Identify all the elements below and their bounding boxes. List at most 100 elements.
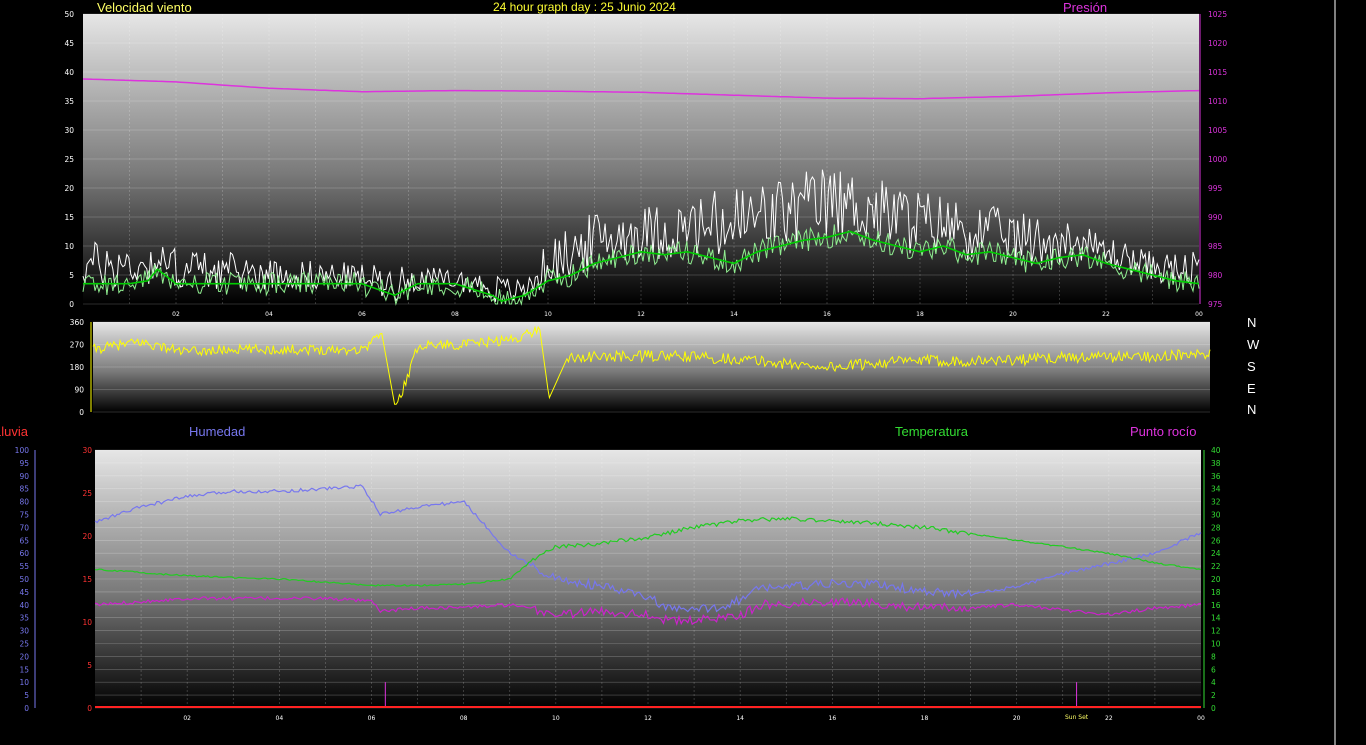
temp-x-tick: 10 xyxy=(552,715,560,722)
humidity-y-tick: 5 xyxy=(24,691,29,700)
pressure-y-tick: 1015 xyxy=(1208,68,1227,77)
pressure-y-tick: 975 xyxy=(1208,300,1223,309)
wind-x-tick: 04 xyxy=(265,311,273,318)
temp-y-tick: 36 xyxy=(1211,472,1221,481)
humidity-y-tick: 75 xyxy=(19,511,29,520)
pressure-y-tick: 980 xyxy=(1208,271,1223,280)
temp-x-tick: 04 xyxy=(276,715,284,722)
rain-y-tick: 30 xyxy=(82,446,92,455)
rain-y-tick: 20 xyxy=(82,532,92,541)
humidity-y-tick: 60 xyxy=(19,549,29,558)
wind-y-tick: 30 xyxy=(64,126,74,135)
humidity-y-tick: 95 xyxy=(19,459,29,468)
rain-y-tick: 0 xyxy=(87,704,92,713)
wind-y-tick: 50 xyxy=(64,10,74,19)
temp-y-tick: 34 xyxy=(1211,485,1221,494)
wind-y-tick: 25 xyxy=(64,155,74,164)
rain-y-tick: 25 xyxy=(82,489,92,498)
humidity-y-tick: 35 xyxy=(19,614,29,623)
pressure-y-tick: 1005 xyxy=(1208,126,1227,135)
temp-y-tick: 18 xyxy=(1211,588,1221,597)
temp-y-tick: 2 xyxy=(1211,691,1216,700)
pressure-y-tick: 1010 xyxy=(1208,97,1227,106)
temp-y-tick: 28 xyxy=(1211,523,1221,532)
humidity-y-tick: 15 xyxy=(19,665,29,674)
rain-y-tick: 10 xyxy=(82,618,92,627)
wind-pressure-chart: 0510152025303540455097598098599099510001… xyxy=(64,10,1227,318)
temp-y-tick: 40 xyxy=(1211,446,1221,455)
wind-y-tick: 0 xyxy=(69,300,74,309)
direction-y-tick: 180 xyxy=(70,363,85,372)
temp-x-tick: 22 xyxy=(1105,715,1113,722)
temp-x-tick: 02 xyxy=(183,715,191,722)
wind-x-tick: 22 xyxy=(1102,311,1110,318)
temp-y-tick: 0 xyxy=(1211,704,1216,713)
temp-y-tick: 26 xyxy=(1211,536,1221,545)
humidity-y-tick: 85 xyxy=(19,485,29,494)
weather-charts: 0510152025303540455097598098599099510001… xyxy=(15,0,1336,745)
wind-x-tick: 12 xyxy=(637,311,645,318)
temp-x-tick: 20 xyxy=(1013,715,1021,722)
rain-y-tick: 15 xyxy=(82,575,92,584)
wind-y-tick: 45 xyxy=(64,39,74,48)
direction-y-tick: 270 xyxy=(70,341,85,350)
pressure-y-tick: 1025 xyxy=(1208,10,1227,19)
temp-y-tick: 14 xyxy=(1211,614,1221,623)
temp-y-tick: 30 xyxy=(1211,511,1221,520)
humidity-y-tick: 40 xyxy=(19,601,29,610)
temp-y-tick: 22 xyxy=(1211,562,1221,571)
pressure-y-tick: 995 xyxy=(1208,184,1223,193)
humidity-y-tick: 90 xyxy=(19,472,29,481)
direction-y-tick: 0 xyxy=(79,408,84,417)
wind-y-tick: 5 xyxy=(69,271,74,280)
humidity-y-tick: 70 xyxy=(19,523,29,532)
temp-y-tick: 10 xyxy=(1211,640,1221,649)
wind-x-tick: 06 xyxy=(358,311,366,318)
humidity-y-tick: 10 xyxy=(19,678,29,687)
wind-x-tick: 16 xyxy=(823,311,831,318)
temp-y-tick: 38 xyxy=(1211,459,1221,468)
humidity-y-tick: 25 xyxy=(19,640,29,649)
temp-x-tick: 14 xyxy=(736,715,744,722)
humidity-y-tick: 100 xyxy=(15,446,30,455)
temp-y-tick: 20 xyxy=(1211,575,1221,584)
temp-x-tick: 08 xyxy=(460,715,468,722)
wind-x-tick: 02 xyxy=(172,311,180,318)
temp-x-tick: 18 xyxy=(921,715,929,722)
humidity-y-tick: 0 xyxy=(24,704,29,713)
sunset-label: Sun Set xyxy=(1065,714,1089,721)
temp-humidity-chart: 0246810121416182022242628303234363840051… xyxy=(15,446,1221,722)
rain-y-tick: 5 xyxy=(87,661,92,670)
temp-y-tick: 6 xyxy=(1211,665,1216,674)
temp-y-tick: 32 xyxy=(1211,498,1221,507)
wind-x-tick: 00 xyxy=(1195,311,1203,318)
temp-y-tick: 4 xyxy=(1211,678,1216,687)
wind-x-tick: 08 xyxy=(451,311,459,318)
pressure-y-tick: 985 xyxy=(1208,242,1223,251)
temp-y-tick: 8 xyxy=(1211,652,1216,661)
wind-y-tick: 10 xyxy=(64,242,74,251)
wind-x-tick: 18 xyxy=(916,311,924,318)
pressure-y-tick: 990 xyxy=(1208,213,1223,222)
direction-y-tick: 90 xyxy=(74,386,84,395)
wind-x-tick: 10 xyxy=(544,311,552,318)
humidity-y-tick: 65 xyxy=(19,536,29,545)
temp-y-tick: 12 xyxy=(1211,627,1221,636)
temp-x-tick: 12 xyxy=(644,715,652,722)
humidity-y-tick: 45 xyxy=(19,588,29,597)
temp-y-tick: 16 xyxy=(1211,601,1221,610)
wind-y-tick: 20 xyxy=(64,184,74,193)
humidity-y-tick: 50 xyxy=(19,575,29,584)
pressure-y-tick: 1020 xyxy=(1208,39,1227,48)
temp-x-tick: 06 xyxy=(368,715,376,722)
humidity-y-tick: 55 xyxy=(19,562,29,571)
direction-y-tick: 360 xyxy=(70,318,85,327)
temp-y-tick: 24 xyxy=(1211,549,1221,558)
humidity-y-tick: 80 xyxy=(19,498,29,507)
wind-y-tick: 40 xyxy=(64,68,74,77)
temp-x-tick: 00 xyxy=(1197,715,1205,722)
temp-x-tick: 16 xyxy=(829,715,837,722)
wind-y-tick: 35 xyxy=(64,97,74,106)
wind-x-tick: 20 xyxy=(1009,311,1017,318)
wind-y-tick: 15 xyxy=(64,213,74,222)
